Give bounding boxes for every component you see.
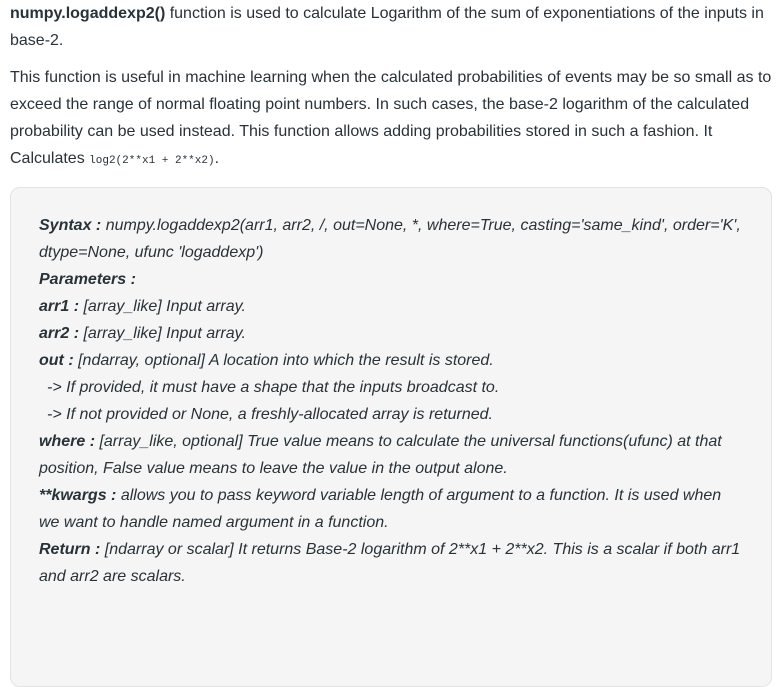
- article-content: numpy.logaddexp2() function is used to c…: [0, 0, 782, 687]
- out-note: -> If not provided or None, a freshly-al…: [47, 406, 493, 423]
- syntax-line: Syntax : numpy.logaddexp2(arr1, arr2, /,…: [39, 212, 743, 266]
- intro-paragraph: numpy.logaddexp2() function is used to c…: [10, 0, 772, 54]
- param-arr1: arr1 : [array_like] Input array.: [39, 293, 743, 320]
- param-name: arr2 :: [39, 325, 80, 342]
- syntax-label: Syntax :: [39, 217, 102, 234]
- parameters-title: Parameters :: [39, 271, 136, 288]
- param-desc: [array_like] Input array.: [79, 298, 246, 315]
- param-name: out :: [39, 352, 74, 369]
- param-kwargs: **kwargs : allows you to pass keyword va…: [39, 482, 743, 536]
- param-name: arr1 :: [39, 298, 80, 315]
- param-arr2: arr2 : [array_like] Input array.: [39, 320, 743, 347]
- syntax-box: Syntax : numpy.logaddexp2(arr1, arr2, /,…: [10, 187, 772, 687]
- description-end: .: [214, 150, 220, 167]
- return-label: Return :: [39, 541, 101, 558]
- return-desc: [ndarray or scalar] It returns Base-2 lo…: [39, 541, 741, 585]
- param-desc: allows you to pass keyword variable leng…: [39, 487, 722, 531]
- param-name: **kwargs :: [39, 487, 117, 504]
- param-desc: [array_like] Input array.: [79, 325, 246, 342]
- out-note: -> If provided, it must have a shape tha…: [47, 379, 500, 396]
- param-desc: [array_like, optional] True value means …: [39, 433, 722, 477]
- param-name: where :: [39, 433, 96, 450]
- param-where: where : [array_like, optional] True valu…: [39, 428, 743, 482]
- description-text: This function is useful in machine learn…: [10, 69, 772, 167]
- function-name: numpy.logaddexp2(): [10, 5, 166, 22]
- syntax-text: numpy.logaddexp2(arr1, arr2, /, out=None…: [39, 217, 741, 261]
- param-out: out : [ndarray, optional] A location int…: [39, 347, 743, 374]
- description-paragraph: This function is useful in machine learn…: [10, 64, 772, 175]
- param-desc: [ndarray, optional] A location into whic…: [73, 352, 494, 369]
- formula-code: log2(2**x1 + 2**x2): [89, 155, 215, 167]
- return-line: Return : [ndarray or scalar] It returns …: [39, 536, 743, 590]
